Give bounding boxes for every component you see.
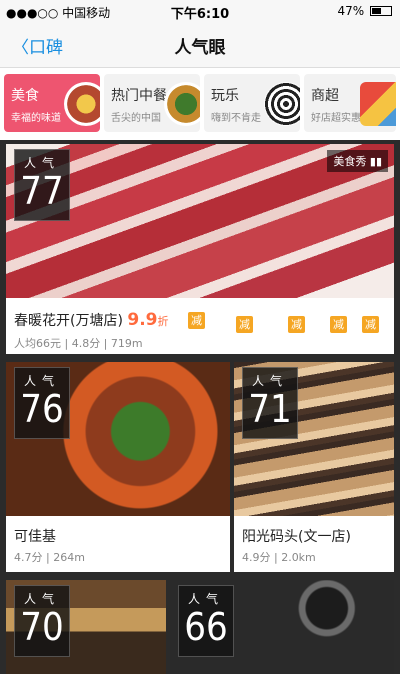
restaurant-photo: 人气 70 [6,580,166,674]
discount-value: 9.9折 [127,310,168,330]
category-tabs: 美食 幸福的味道 热门中餐 舌尖的中国 玩乐 嗨到不肯走 商超 好店超实惠 [0,68,400,140]
discount-number: 9.9 [127,310,158,330]
category-sub: 嗨到不肯走 [211,113,261,124]
category-label: 热门中餐 [111,88,167,104]
popularity-score: 76 [20,387,64,431]
popularity-badge: 人气 76 [14,367,70,439]
restaurant-photo: 人气 66 [170,580,394,674]
category-tab-chinese[interactable]: 热门中餐 舌尖的中国 [104,74,200,132]
restaurant-name: 可佳基 [14,529,56,545]
promo-badge: 减 [288,316,305,333]
category-tab-fun[interactable]: 玩乐 嗨到不肯走 [204,74,300,132]
popularity-score: 71 [248,387,292,431]
status-bar: ●●●○○ 中国移动 下午6:10 47% [0,0,400,22]
restaurant-meta: 4.7分 | 264m [14,551,85,564]
discount-unit: 折 [157,315,169,328]
popularity-badge: 人气 70 [14,585,70,657]
popularity-score: 66 [184,605,228,649]
restaurant-photo: 人气 76 [6,362,230,516]
restaurant-name: 阳光码头(文一店) [242,529,351,545]
restaurant-photo: 人气 71 [234,362,394,516]
gift-basket-icon [360,82,396,126]
category-label: 美食 [11,88,39,104]
featured-photo: 人气 77 美食秀 ▮▮ [6,144,394,298]
nav-bar: 〈口碑 人气眼 [0,22,400,68]
battery-percent: 47% [337,4,365,18]
page-title: 人气眼 [174,38,226,58]
promo-badge: 减 [330,316,347,333]
category-tab-supermarket[interactable]: 商超 好店超实惠 [304,74,396,132]
category-sub: 舌尖的中国 [111,113,161,124]
restaurant-meta: 人均66元 | 4.8分 | 719m [14,337,143,350]
restaurant-card[interactable]: 人气 71 阳光码头(文一店) 4.9分 | 2.0km [234,362,394,572]
popularity-badge: 人气 71 [242,367,298,439]
popularity-badge: 人气 66 [178,585,234,657]
category-sub: 幸福的味道 [11,113,61,124]
chinese-dish-icon [164,82,200,126]
chart-icon: ▮▮ [369,155,382,168]
popularity-score: 77 [20,169,64,213]
restaurant-meta: 4.9分 | 2.0km [242,551,316,564]
restaurant-name: 春暖花开(万塘店) 9.9折 [14,310,169,330]
promo-badge: 减 [362,316,379,333]
food-show-tag[interactable]: 美食秀 ▮▮ [327,150,388,172]
restaurant-name-text: 春暖花开(万塘店) [14,313,123,329]
restaurant-card[interactable]: 人气 66 [170,580,394,674]
target-icon [264,82,300,126]
restaurant-card[interactable]: 人气 76 可佳基 4.7分 | 264m [6,362,230,572]
popularity-score: 70 [20,605,64,649]
category-label: 玩乐 [211,88,239,104]
featured-restaurant-card[interactable]: 人气 77 美食秀 ▮▮ 春暖花开(万塘店) 9.9折 减 减 减 减 减 人均… [6,144,394,354]
food-dish-icon [64,82,100,126]
battery-indicator: 47% [337,4,392,18]
promo-badge: 减 [236,316,253,333]
promo-badge: 减 [188,312,205,329]
restaurant-card[interactable]: 人气 70 [6,580,166,674]
tag-label: 美食秀 [333,155,367,168]
popularity-badge: 人气 77 [14,149,70,221]
category-label: 商超 [311,88,339,104]
battery-icon [370,6,392,16]
category-sub: 好店超实惠 [311,113,361,124]
category-tab-food[interactable]: 美食 幸福的味道 [4,74,100,132]
